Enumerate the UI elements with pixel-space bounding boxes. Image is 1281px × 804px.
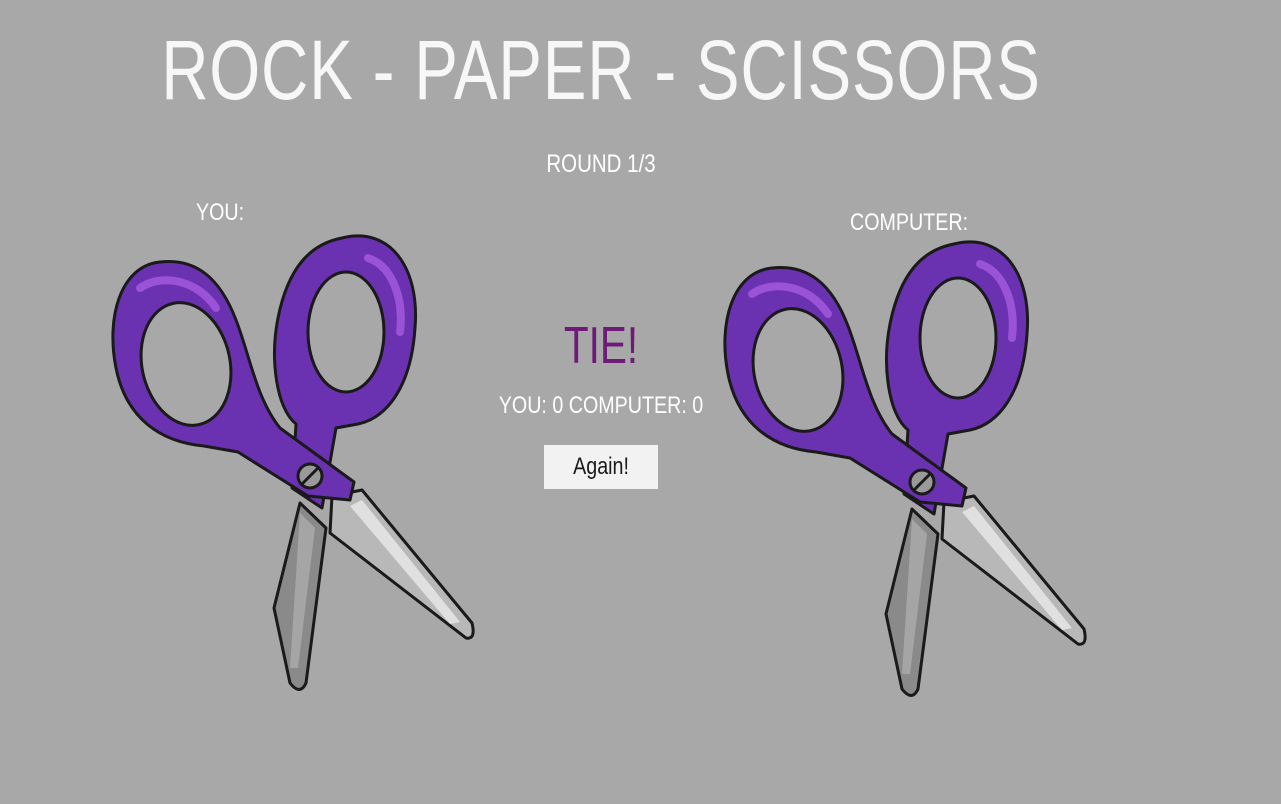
score-display: YOU: 0 COMPUTER: 0 <box>498 392 704 419</box>
you-label: YOU: <box>196 199 245 226</box>
result-text: TIE! <box>563 317 639 375</box>
page-title: ROCK - PAPER - SCISSORS <box>161 23 1041 117</box>
again-button[interactable]: Again! <box>544 445 658 489</box>
again-button-label: Again! <box>573 453 629 480</box>
computer-scissors-icon <box>723 240 1087 697</box>
you-scissors-icon <box>111 234 475 691</box>
computer-label: COMPUTER: <box>850 209 969 236</box>
round-indicator: ROUND 1/3 <box>546 150 656 178</box>
